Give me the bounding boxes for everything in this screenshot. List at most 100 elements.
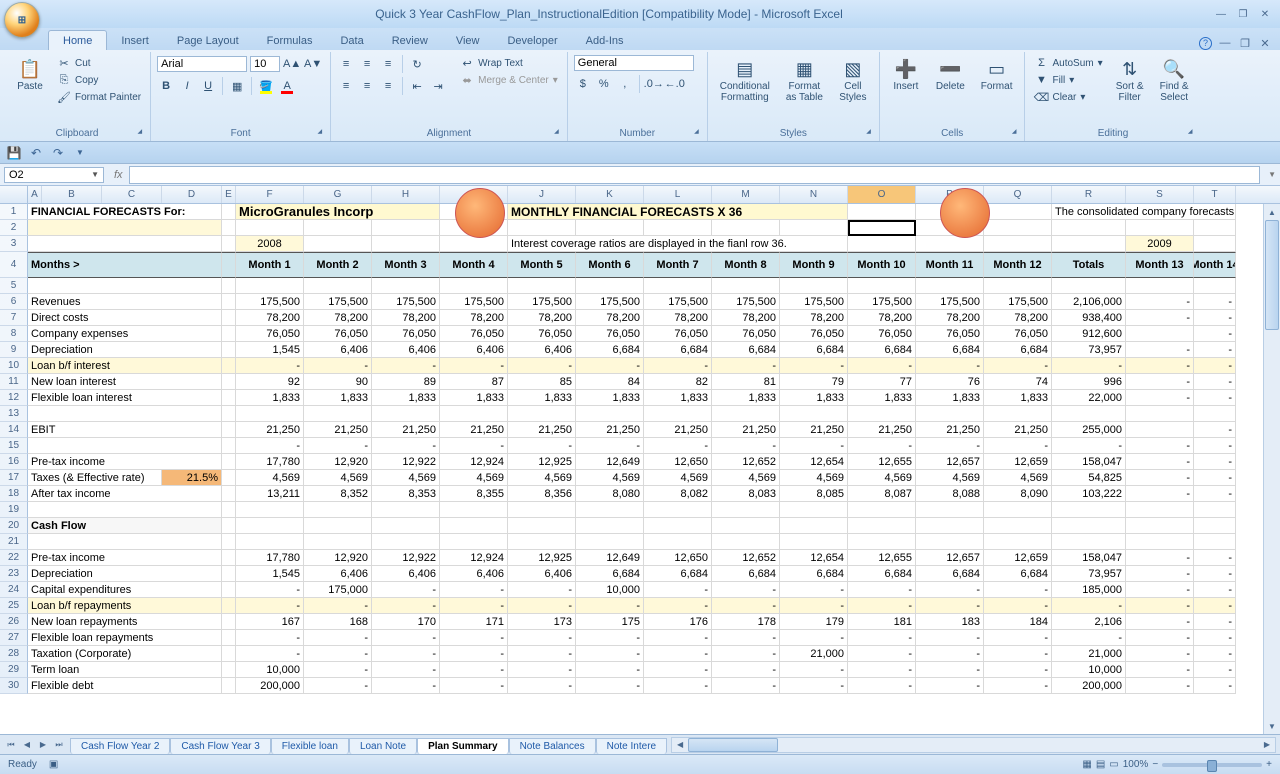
cell[interactable]: - bbox=[1126, 614, 1194, 630]
cell[interactable]: - bbox=[644, 678, 712, 694]
cell[interactable]: Company expenses bbox=[28, 326, 222, 342]
cell[interactable]: Depreciation bbox=[28, 566, 222, 582]
cell[interactable] bbox=[222, 470, 236, 486]
cell[interactable]: - bbox=[1126, 358, 1194, 374]
cell[interactable] bbox=[712, 502, 780, 518]
sheet-tab[interactable]: Plan Summary bbox=[417, 738, 508, 754]
cell[interactable]: 2,106 bbox=[1052, 614, 1126, 630]
row-header-23[interactable]: 23 bbox=[0, 566, 28, 582]
cell[interactable]: 12,650 bbox=[644, 550, 712, 566]
cell[interactable] bbox=[916, 502, 984, 518]
cell[interactable]: 175,500 bbox=[236, 294, 304, 310]
percent-icon[interactable]: % bbox=[595, 75, 613, 93]
col-header-T[interactable]: T bbox=[1194, 186, 1236, 203]
cell[interactable]: 17,780 bbox=[236, 550, 304, 566]
cell[interactable]: - bbox=[508, 358, 576, 374]
col-header-A[interactable]: A bbox=[28, 186, 42, 203]
cell[interactable]: 6,684 bbox=[780, 342, 848, 358]
cell[interactable]: - bbox=[440, 678, 508, 694]
cell[interactable]: - bbox=[508, 582, 576, 598]
cell[interactable]: 1,545 bbox=[236, 342, 304, 358]
cell[interactable]: - bbox=[644, 630, 712, 646]
tab-prev-icon[interactable]: ◀ bbox=[20, 738, 34, 752]
cell[interactable]: 21.5% bbox=[162, 470, 222, 486]
cell[interactable] bbox=[916, 518, 984, 534]
border-button[interactable]: ▦ bbox=[228, 77, 246, 95]
cell[interactable]: 92 bbox=[236, 374, 304, 390]
cell[interactable]: Month 8 bbox=[712, 252, 780, 278]
col-header-S[interactable]: S bbox=[1126, 186, 1194, 203]
row-header-24[interactable]: 24 bbox=[0, 582, 28, 598]
cell[interactable] bbox=[916, 534, 984, 550]
cell[interactable]: 78,200 bbox=[848, 310, 916, 326]
tab-data[interactable]: Data bbox=[326, 31, 377, 50]
cell[interactable]: 21,250 bbox=[780, 422, 848, 438]
cell[interactable]: - bbox=[440, 358, 508, 374]
cell[interactable]: 21,250 bbox=[916, 422, 984, 438]
underline-button[interactable]: U bbox=[199, 77, 217, 95]
cell[interactable]: 6,684 bbox=[712, 566, 780, 582]
cell[interactable]: - bbox=[984, 630, 1052, 646]
cell[interactable]: Flexible loan interest bbox=[28, 390, 222, 406]
cell[interactable] bbox=[1194, 220, 1236, 236]
cell[interactable]: 78,200 bbox=[304, 310, 372, 326]
cell[interactable] bbox=[222, 310, 236, 326]
cell[interactable]: 2,106,000 bbox=[1052, 294, 1126, 310]
cell[interactable]: - bbox=[916, 598, 984, 614]
cell[interactable]: Pre-tax income bbox=[28, 454, 222, 470]
zoom-out-icon[interactable]: − bbox=[1152, 759, 1158, 770]
conditional-formatting-button[interactable]: ▤Conditional Formatting bbox=[714, 55, 776, 105]
cell[interactable]: - bbox=[1194, 486, 1236, 502]
cell[interactable] bbox=[222, 454, 236, 470]
cell[interactable]: - bbox=[984, 358, 1052, 374]
cell[interactable]: - bbox=[1126, 438, 1194, 454]
cell[interactable]: 17,780 bbox=[236, 454, 304, 470]
cell[interactable]: 21,250 bbox=[236, 422, 304, 438]
cell[interactable]: Pre-tax income bbox=[28, 550, 222, 566]
cell[interactable]: 78,200 bbox=[916, 310, 984, 326]
min-ribbon-icon[interactable]: — bbox=[1218, 36, 1232, 50]
cell[interactable]: 175,500 bbox=[848, 294, 916, 310]
cell[interactable]: 21,250 bbox=[984, 422, 1052, 438]
row-header-25[interactable]: 25 bbox=[0, 598, 28, 614]
cell[interactable]: 938,400 bbox=[1052, 310, 1126, 326]
tab-formulas[interactable]: Formulas bbox=[253, 31, 327, 50]
cell[interactable] bbox=[644, 534, 712, 550]
cell[interactable]: 76,050 bbox=[644, 326, 712, 342]
cell[interactable]: 178 bbox=[712, 614, 780, 630]
cell[interactable]: Months > bbox=[28, 252, 222, 278]
cell[interactable]: 4,569 bbox=[644, 470, 712, 486]
row-header-3[interactable]: 3 bbox=[0, 236, 28, 252]
cell[interactable]: Month 12 bbox=[984, 252, 1052, 278]
cell[interactable]: 8,085 bbox=[780, 486, 848, 502]
cell[interactable]: 12,920 bbox=[304, 454, 372, 470]
cell[interactable]: - bbox=[576, 438, 644, 454]
cell[interactable]: - bbox=[1194, 294, 1236, 310]
cell[interactable]: - bbox=[916, 438, 984, 454]
view-break-icon[interactable]: ▭ bbox=[1109, 759, 1118, 770]
cell[interactable] bbox=[848, 518, 916, 534]
cell[interactable]: Month 9 bbox=[780, 252, 848, 278]
cell[interactable]: - bbox=[780, 358, 848, 374]
cell[interactable]: Term loan bbox=[28, 662, 222, 678]
cell[interactable]: - bbox=[508, 662, 576, 678]
cell[interactable]: - bbox=[984, 678, 1052, 694]
cell[interactable]: 175,500 bbox=[916, 294, 984, 310]
cell[interactable]: 79 bbox=[780, 374, 848, 390]
cell[interactable]: FINANCIAL FORECASTS For: bbox=[28, 204, 222, 220]
cell[interactable]: 78,200 bbox=[644, 310, 712, 326]
cell[interactable] bbox=[440, 278, 508, 294]
cell[interactable]: 175 bbox=[576, 614, 644, 630]
cell[interactable]: - bbox=[712, 598, 780, 614]
align-middle-icon[interactable]: ≡ bbox=[358, 55, 376, 73]
currency-icon[interactable]: $ bbox=[574, 75, 592, 93]
cell[interactable]: 76,050 bbox=[576, 326, 644, 342]
cell[interactable]: 4,569 bbox=[848, 470, 916, 486]
cell[interactable]: - bbox=[780, 598, 848, 614]
cell[interactable] bbox=[508, 278, 576, 294]
cell[interactable]: 84 bbox=[576, 374, 644, 390]
cell[interactable]: 175,500 bbox=[440, 294, 508, 310]
cell[interactable] bbox=[440, 502, 508, 518]
cell[interactable]: - bbox=[1052, 438, 1126, 454]
cell[interactable]: 175,500 bbox=[780, 294, 848, 310]
